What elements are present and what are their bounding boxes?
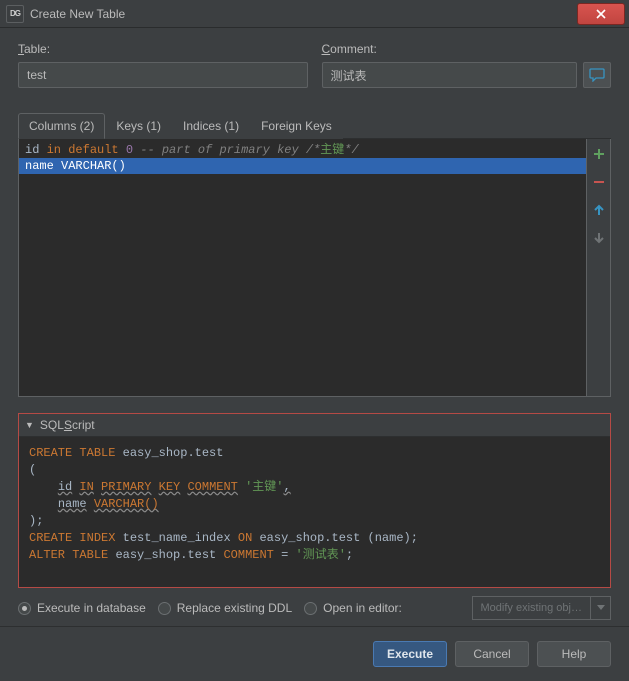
- tabs: Columns (2) Keys (1) Indices (1) Foreign…: [18, 112, 611, 139]
- tab-keys[interactable]: Keys (1): [105, 113, 172, 139]
- column-row-id[interactable]: id in default 0 -- part of primary key /…: [19, 139, 586, 158]
- chevron-down-icon: ▼: [25, 420, 34, 430]
- radio-execute-db[interactable]: Execute in database: [18, 601, 146, 615]
- remove-column-button[interactable]: [590, 173, 608, 191]
- tab-indices[interactable]: Indices (1): [172, 113, 250, 139]
- radio-icon: [304, 602, 317, 615]
- add-column-button[interactable]: [590, 145, 608, 163]
- titlebar: DG Create New Table: [0, 0, 629, 28]
- arrow-up-icon: [592, 203, 606, 217]
- columns-pane: id in default 0 -- part of primary key /…: [18, 139, 611, 397]
- sql-script-body[interactable]: CREATE TABLE easy_shop.test ( id IN PRIM…: [19, 437, 610, 587]
- radio-icon: [158, 602, 171, 615]
- arrow-down-icon: [592, 231, 606, 245]
- table-name-input[interactable]: [18, 62, 308, 88]
- move-up-button[interactable]: [590, 201, 608, 219]
- move-down-button[interactable]: [590, 229, 608, 247]
- comment-input[interactable]: [322, 62, 578, 88]
- close-icon: [596, 9, 606, 19]
- app-icon: DG: [6, 5, 24, 23]
- minus-icon: [592, 175, 606, 189]
- execute-options: Execute in database Replace existing DDL…: [18, 596, 611, 620]
- tab-foreign-keys[interactable]: Foreign Keys: [250, 113, 343, 139]
- editor-target-dropdown[interactable]: Modify existing obj…: [472, 596, 612, 620]
- radio-icon: [18, 602, 31, 615]
- chevron-down-icon: [590, 597, 610, 619]
- speech-bubble-icon: [589, 68, 605, 82]
- radio-replace-ddl[interactable]: Replace existing DDL: [158, 601, 292, 615]
- comment-expand-button[interactable]: [583, 62, 611, 88]
- radio-open-editor[interactable]: Open in editor:: [304, 601, 402, 615]
- execute-button[interactable]: Execute: [373, 641, 447, 667]
- help-button[interactable]: Help: [537, 641, 611, 667]
- columns-toolbar: [586, 139, 610, 396]
- tab-columns[interactable]: Columns (2): [18, 113, 105, 139]
- sql-script-section: ▼ SQL Script CREATE TABLE easy_shop.test…: [18, 413, 611, 588]
- label-comment: Comment:: [322, 42, 612, 56]
- column-row-name[interactable]: name VARCHAR(): [19, 158, 586, 174]
- dialog-action-row: Execute Cancel Help: [0, 626, 629, 681]
- form-area: Table: Comment:: [0, 28, 629, 104]
- columns-list[interactable]: id in default 0 -- part of primary key /…: [19, 139, 586, 396]
- label-table: Table:: [18, 42, 308, 56]
- window-title: Create New Table: [30, 7, 125, 21]
- plus-icon: [592, 147, 606, 161]
- cancel-button[interactable]: Cancel: [455, 641, 529, 667]
- sql-script-toggle[interactable]: ▼ SQL Script: [19, 414, 610, 437]
- close-button[interactable]: [577, 3, 625, 25]
